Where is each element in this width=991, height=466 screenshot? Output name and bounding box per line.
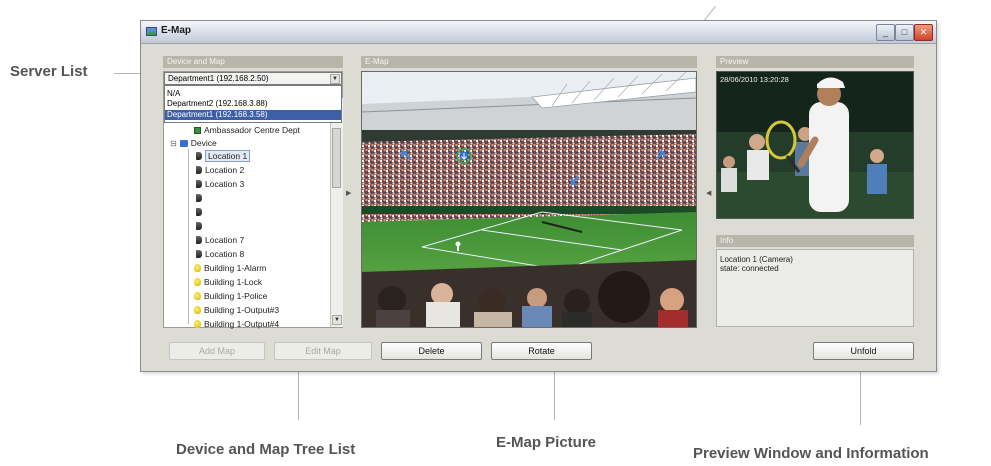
camera-icon [196,180,202,188]
preview-header: Preview [716,56,914,68]
emap-app-icon [146,27,157,36]
tree-item[interactable]: Location 2 [196,164,244,176]
tree-item-label: Building 1-Lock [204,277,263,287]
scroll-down-icon[interactable]: ▼ [332,315,342,325]
preview-window[interactable]: 28/06/2010 13:20:28 [716,71,914,219]
close-button[interactable]: ✕ [914,24,933,41]
camera-icon [196,194,202,202]
collapse-right-icon[interactable]: ◀ [706,189,711,197]
tree-item[interactable]: Building 1-Lock [194,276,262,288]
info-line: Location 1 (Camera) [720,255,793,264]
tree-item-label: Building 1-Output#3 [204,305,280,315]
tree-item[interactable]: Building 1-Output#3 [194,304,279,316]
bulb-icon [194,320,201,328]
tree-item[interactable]: Building 1-Alarm [194,262,266,274]
tree-item[interactable]: Building 1-Police [194,290,267,302]
tree-item[interactable]: Building 1-Output#4 [194,318,279,330]
building-icon [194,126,201,134]
tree-item[interactable]: Location 3 [196,178,244,190]
tree-item-label: Building 1-Alarm [204,263,267,273]
tree-item-label: Location 2 [205,165,245,175]
tree-item-label: Location 8 [205,249,245,259]
info-line: state: connected [720,264,779,273]
camera-icon [196,250,202,258]
tree-item-label: Location 3 [205,179,245,189]
dropdown-option[interactable]: Department2 (192.168.3.88) [167,99,268,109]
tree-item-label: Device [190,138,217,148]
tree-item-label: Ambassador Centre Dept [204,125,300,135]
preview-image [717,72,913,218]
rotate-button[interactable]: Rotate [491,342,592,360]
title-bar[interactable]: E-Map _ □ ✕ [141,21,936,44]
camera-icon [196,222,202,230]
tree-scrollbar[interactable]: ▼ [330,98,343,327]
minimize-button[interactable]: _ [876,24,895,41]
camera-icon [196,166,202,174]
server-dropdown-list[interactable]: N/A Department2 (192.168.3.88) Departmen… [164,85,342,123]
dropdown-option[interactable]: N/A [167,89,180,99]
unfold-button[interactable]: Unfold [813,342,914,360]
tree-item-label: Building 1-Output#4 [204,319,280,329]
add-map-button[interactable]: Add Map [169,342,265,360]
info-box: Location 1 (Camera) state: connected [716,249,914,327]
tree-item-label: Location 7 [205,235,245,245]
tree-item[interactable] [196,192,205,204]
device-icon [179,139,188,147]
tree-item[interactable] [196,220,205,232]
tree-item-label: Location 1 [205,150,251,162]
camera-icon [196,152,202,160]
bulb-icon [194,292,201,300]
preview-callout: Preview Window and Information [693,445,929,462]
window-title: E-Map [161,25,191,36]
tree-item-device-root[interactable]: ⊟ Device [170,137,217,149]
emap-header: E-Map [361,56,697,68]
stadium-image [362,72,696,327]
server-select[interactable]: Department1 (192.168.2.50) ▼ [164,72,342,85]
bulb-icon [194,278,201,286]
chevron-down-icon[interactable]: ▼ [330,74,340,84]
maximize-button[interactable]: □ [895,24,914,41]
tree-guide-line [188,149,189,324]
dropdown-option-selected[interactable]: Department1 (192.168.3.58) [165,110,341,120]
delete-button[interactable]: Delete [381,342,482,360]
camera-icon [196,208,202,216]
emap-picture-callout: E-Map Picture [496,434,597,451]
tree-item-label: Building 1-Police [204,291,268,301]
tree-item[interactable] [196,206,205,218]
scrollbar-thumb[interactable] [332,128,341,188]
info-header: Info [716,235,914,247]
collapse-left-icon[interactable]: ▶ [346,189,351,197]
tree-item[interactable]: Location 1 [196,150,251,162]
preview-timestamp: 28/06/2010 13:20:28 [720,75,789,84]
tree-list-callout: Device and Map Tree List [176,441,356,458]
tree-item[interactable]: Location 7 [196,234,244,246]
server-list-callout: Server List [10,63,88,80]
bulb-icon [194,306,201,314]
device-map-header: Device and Map [163,56,343,68]
server-select-value: Department1 (192.168.2.50) [168,74,269,83]
bulb-icon [194,264,201,272]
collapse-icon: ⊟ [170,138,177,148]
tree-item[interactable]: Location 8 [196,248,244,260]
emap-picture[interactable] [361,71,697,328]
emap-window: E-Map _ □ ✕ Device and Map Ambassador Ce… [140,20,937,372]
edit-map-button[interactable]: Edit Map [274,342,372,360]
tree-item-ambassador[interactable]: Ambassador Centre Dept [194,124,300,136]
camera-icon [196,236,202,244]
